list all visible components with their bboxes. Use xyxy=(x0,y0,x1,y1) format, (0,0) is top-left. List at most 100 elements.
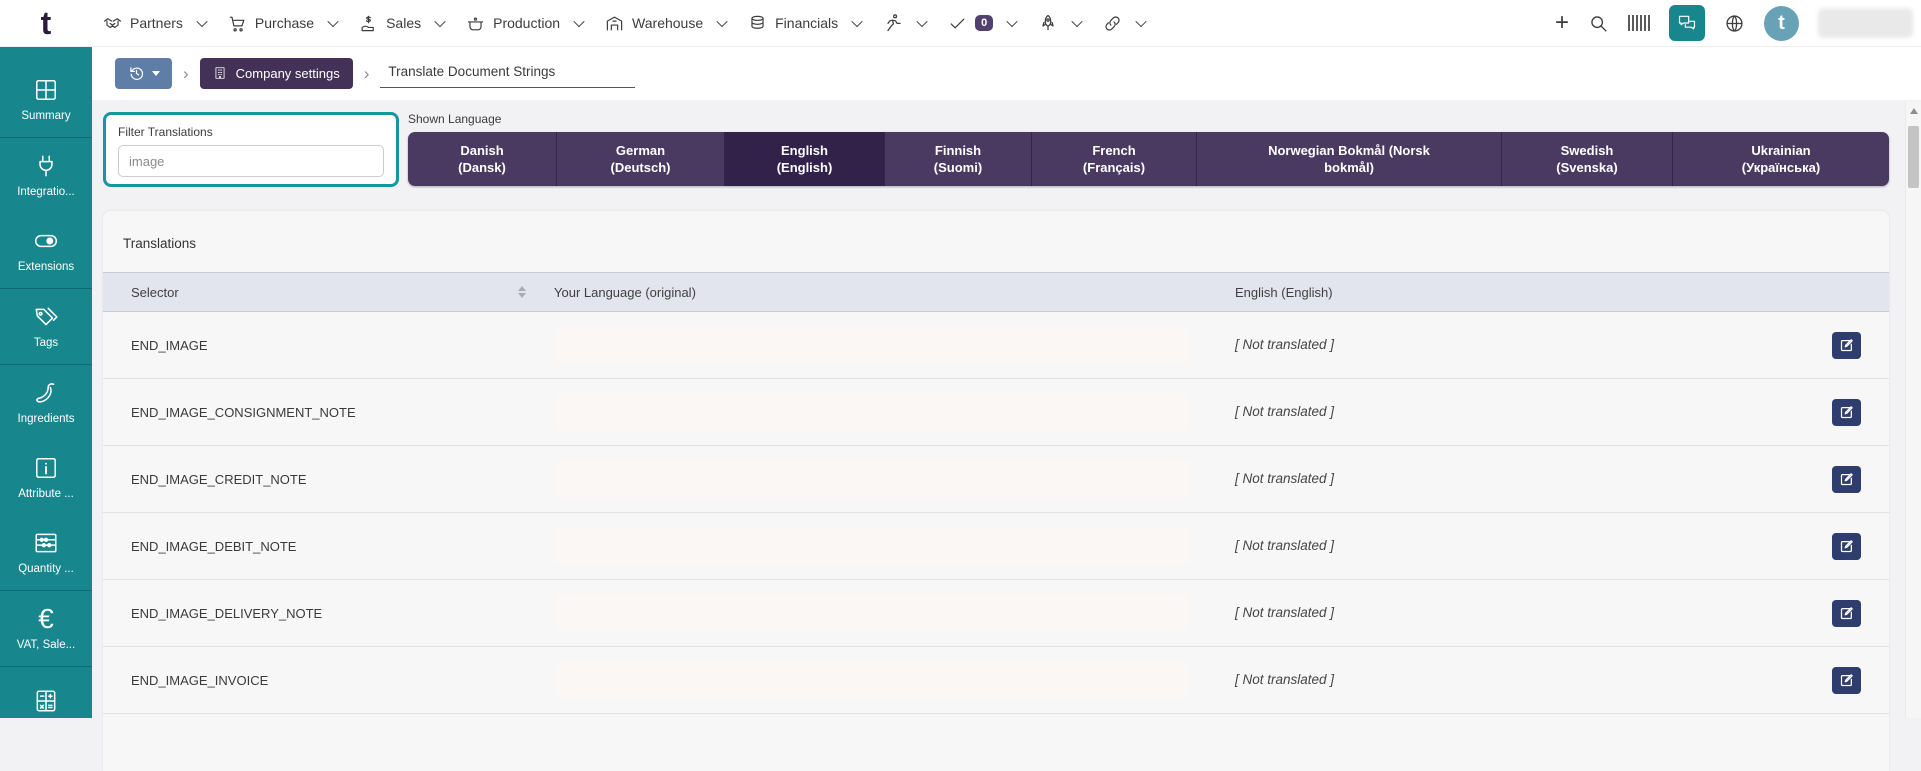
sidebar-item-label: Extensions xyxy=(17,261,75,273)
sidebar-item-quantity[interactable]: Quantity ... xyxy=(0,515,92,590)
translations-card: Translations Selector Your Language (ori… xyxy=(103,211,1889,771)
selector-value: END_IMAGE xyxy=(131,337,208,353)
sidebar-item-tags[interactable]: Tags xyxy=(0,288,92,364)
nav-partners[interactable]: Partners xyxy=(92,0,217,46)
sidebar-item-vat[interactable]: € VAT, Sale... xyxy=(0,590,92,666)
settings-sidebar: Summary Integratio... Extensions Tags In… xyxy=(0,46,92,718)
nav-production[interactable]: Production xyxy=(455,0,594,46)
chevron-down-icon xyxy=(851,15,863,28)
company-settings-button[interactable]: Company settings xyxy=(199,57,353,89)
nav-sales[interactable]: Sales xyxy=(348,0,455,46)
calculator-icon xyxy=(33,688,59,714)
tab-finnish[interactable]: Finnish (Suomi) xyxy=(885,132,1032,186)
user-avatar[interactable]: t xyxy=(1764,5,1799,41)
sidebar-item-summary[interactable]: Summary xyxy=(0,62,92,137)
sort-icon[interactable] xyxy=(518,286,526,298)
chevron-down-icon xyxy=(916,15,928,28)
chat-button[interactable] xyxy=(1669,5,1705,41)
filter-input[interactable] xyxy=(118,145,384,177)
table-row: END_IMAGE_INVOICE [ Not translated ] xyxy=(103,647,1889,714)
nav-activities[interactable] xyxy=(872,0,937,46)
grid-icon xyxy=(33,77,59,103)
tab-ukrainian[interactable]: Ukrainian (Українська) xyxy=(1673,132,1889,186)
chevron-down-icon xyxy=(716,15,728,28)
main-content: › Company settings › Translate Document … xyxy=(92,46,1921,771)
coins-icon xyxy=(748,14,767,33)
original-text-redacted xyxy=(554,393,1190,431)
selector-value: END_IMAGE_CREDIT_NOTE xyxy=(131,471,307,487)
link-icon xyxy=(1103,14,1122,33)
top-bar: t Partners Purchase Sales Production War… xyxy=(0,0,1921,47)
info-square-icon xyxy=(33,455,59,481)
translation-status: [ Not translated ] xyxy=(1235,404,1335,419)
edit-translation-button[interactable] xyxy=(1832,465,1861,493)
globe-icon[interactable] xyxy=(1724,13,1745,34)
barcode-icon[interactable] xyxy=(1628,15,1650,31)
history-button[interactable] xyxy=(115,57,172,89)
nav-purchase[interactable]: Purchase xyxy=(217,0,348,46)
breadcrumb-separator: › xyxy=(363,63,370,83)
selector-value: END_IMAGE_DEBIT_NOTE xyxy=(131,538,297,554)
chevron-down-icon xyxy=(1135,15,1147,28)
table-row: END_IMAGE [ Not translated ] xyxy=(103,312,1889,379)
nav-label: Purchase xyxy=(254,15,315,31)
nav-launch[interactable] xyxy=(1027,0,1092,46)
original-text-redacted xyxy=(554,460,1190,498)
nav-label: Warehouse xyxy=(632,15,704,31)
table-header: Selector Your Language (original) Englis… xyxy=(103,272,1889,312)
cart-icon xyxy=(228,14,247,33)
sidebar-item-calculator[interactable] xyxy=(0,666,92,718)
translation-status: [ Not translated ] xyxy=(1235,672,1335,687)
tab-danish[interactable]: Danish (Dansk) xyxy=(408,132,557,186)
vertical-scrollbar[interactable] xyxy=(1905,102,1921,718)
caret-down-icon xyxy=(151,70,160,76)
nav-label: Financials xyxy=(775,15,839,31)
tags-icon xyxy=(33,304,59,330)
tab-line1: Norwegian Bokmål (Norsk xyxy=(1268,142,1430,158)
handshake-icon xyxy=(103,14,122,33)
filter-label: Filter Translations xyxy=(118,125,213,139)
tab-norwegian[interactable]: Norwegian Bokmål (Norsk bokmål) xyxy=(1197,132,1502,186)
tab-english[interactable]: English (English) xyxy=(725,132,885,186)
card-title: Translations xyxy=(123,236,197,251)
nav-label: Partners xyxy=(130,15,183,31)
tab-line2: (Deutsch) xyxy=(610,160,671,175)
nav-warehouse[interactable]: Warehouse xyxy=(594,0,737,46)
translation-status: [ Not translated ] xyxy=(1235,471,1335,486)
sidebar-item-extensions[interactable]: Extensions xyxy=(0,213,92,288)
selector-value: END_IMAGE_CONSIGNMENT_NOTE xyxy=(131,404,356,420)
breadcrumb-current[interactable]: Translate Document Strings xyxy=(380,58,636,88)
edit-translation-button[interactable] xyxy=(1832,331,1861,359)
sidebar-item-integrations[interactable]: Integratio... xyxy=(0,137,92,213)
scrollbar-thumb[interactable] xyxy=(1908,126,1919,188)
table-row: END_IMAGE_CREDIT_NOTE [ Not translated ] xyxy=(103,446,1889,513)
edit-translation-button[interactable] xyxy=(1832,532,1861,560)
chevron-down-icon xyxy=(196,15,208,28)
nav-financials[interactable]: Financials xyxy=(737,0,872,46)
edit-translation-button[interactable] xyxy=(1832,398,1861,426)
table-row: END_IMAGE_DELIVERY_NOTE [ Not translated… xyxy=(103,580,1889,647)
edit-translation-button[interactable] xyxy=(1832,666,1861,694)
app-logo[interactable]: t xyxy=(0,3,92,43)
search-icon[interactable] xyxy=(1588,13,1609,34)
filter-panel: Filter Translations xyxy=(103,112,399,187)
nav-links[interactable] xyxy=(1092,0,1156,46)
sidebar-item-ingredients[interactable]: Ingredients xyxy=(0,364,92,440)
tab-line2: (Українська) xyxy=(1741,160,1821,175)
nav-tasks[interactable]: 0 xyxy=(937,0,1027,46)
tab-swedish[interactable]: Swedish (Svenska) xyxy=(1502,132,1673,186)
runner-icon xyxy=(883,13,903,33)
chevron-down-icon xyxy=(434,15,446,28)
user-name-redacted[interactable] xyxy=(1818,8,1913,38)
edit-translation-button[interactable] xyxy=(1832,599,1861,627)
sidebar-item-attributes[interactable]: Attribute ... xyxy=(0,440,92,515)
chevron-down-icon xyxy=(573,15,585,28)
top-right-actions: + t xyxy=(1555,5,1921,41)
language-section: Shown Language Danish (Dansk) German (De… xyxy=(408,112,1889,186)
tab-french[interactable]: French (Français) xyxy=(1032,132,1197,186)
abacus-icon xyxy=(33,530,59,556)
scroll-up-arrow-icon[interactable] xyxy=(1909,108,1918,114)
plus-icon[interactable]: + xyxy=(1555,11,1569,35)
tab-german[interactable]: German (Deutsch) xyxy=(557,132,725,186)
selector-value: END_IMAGE_INVOICE xyxy=(131,672,269,688)
